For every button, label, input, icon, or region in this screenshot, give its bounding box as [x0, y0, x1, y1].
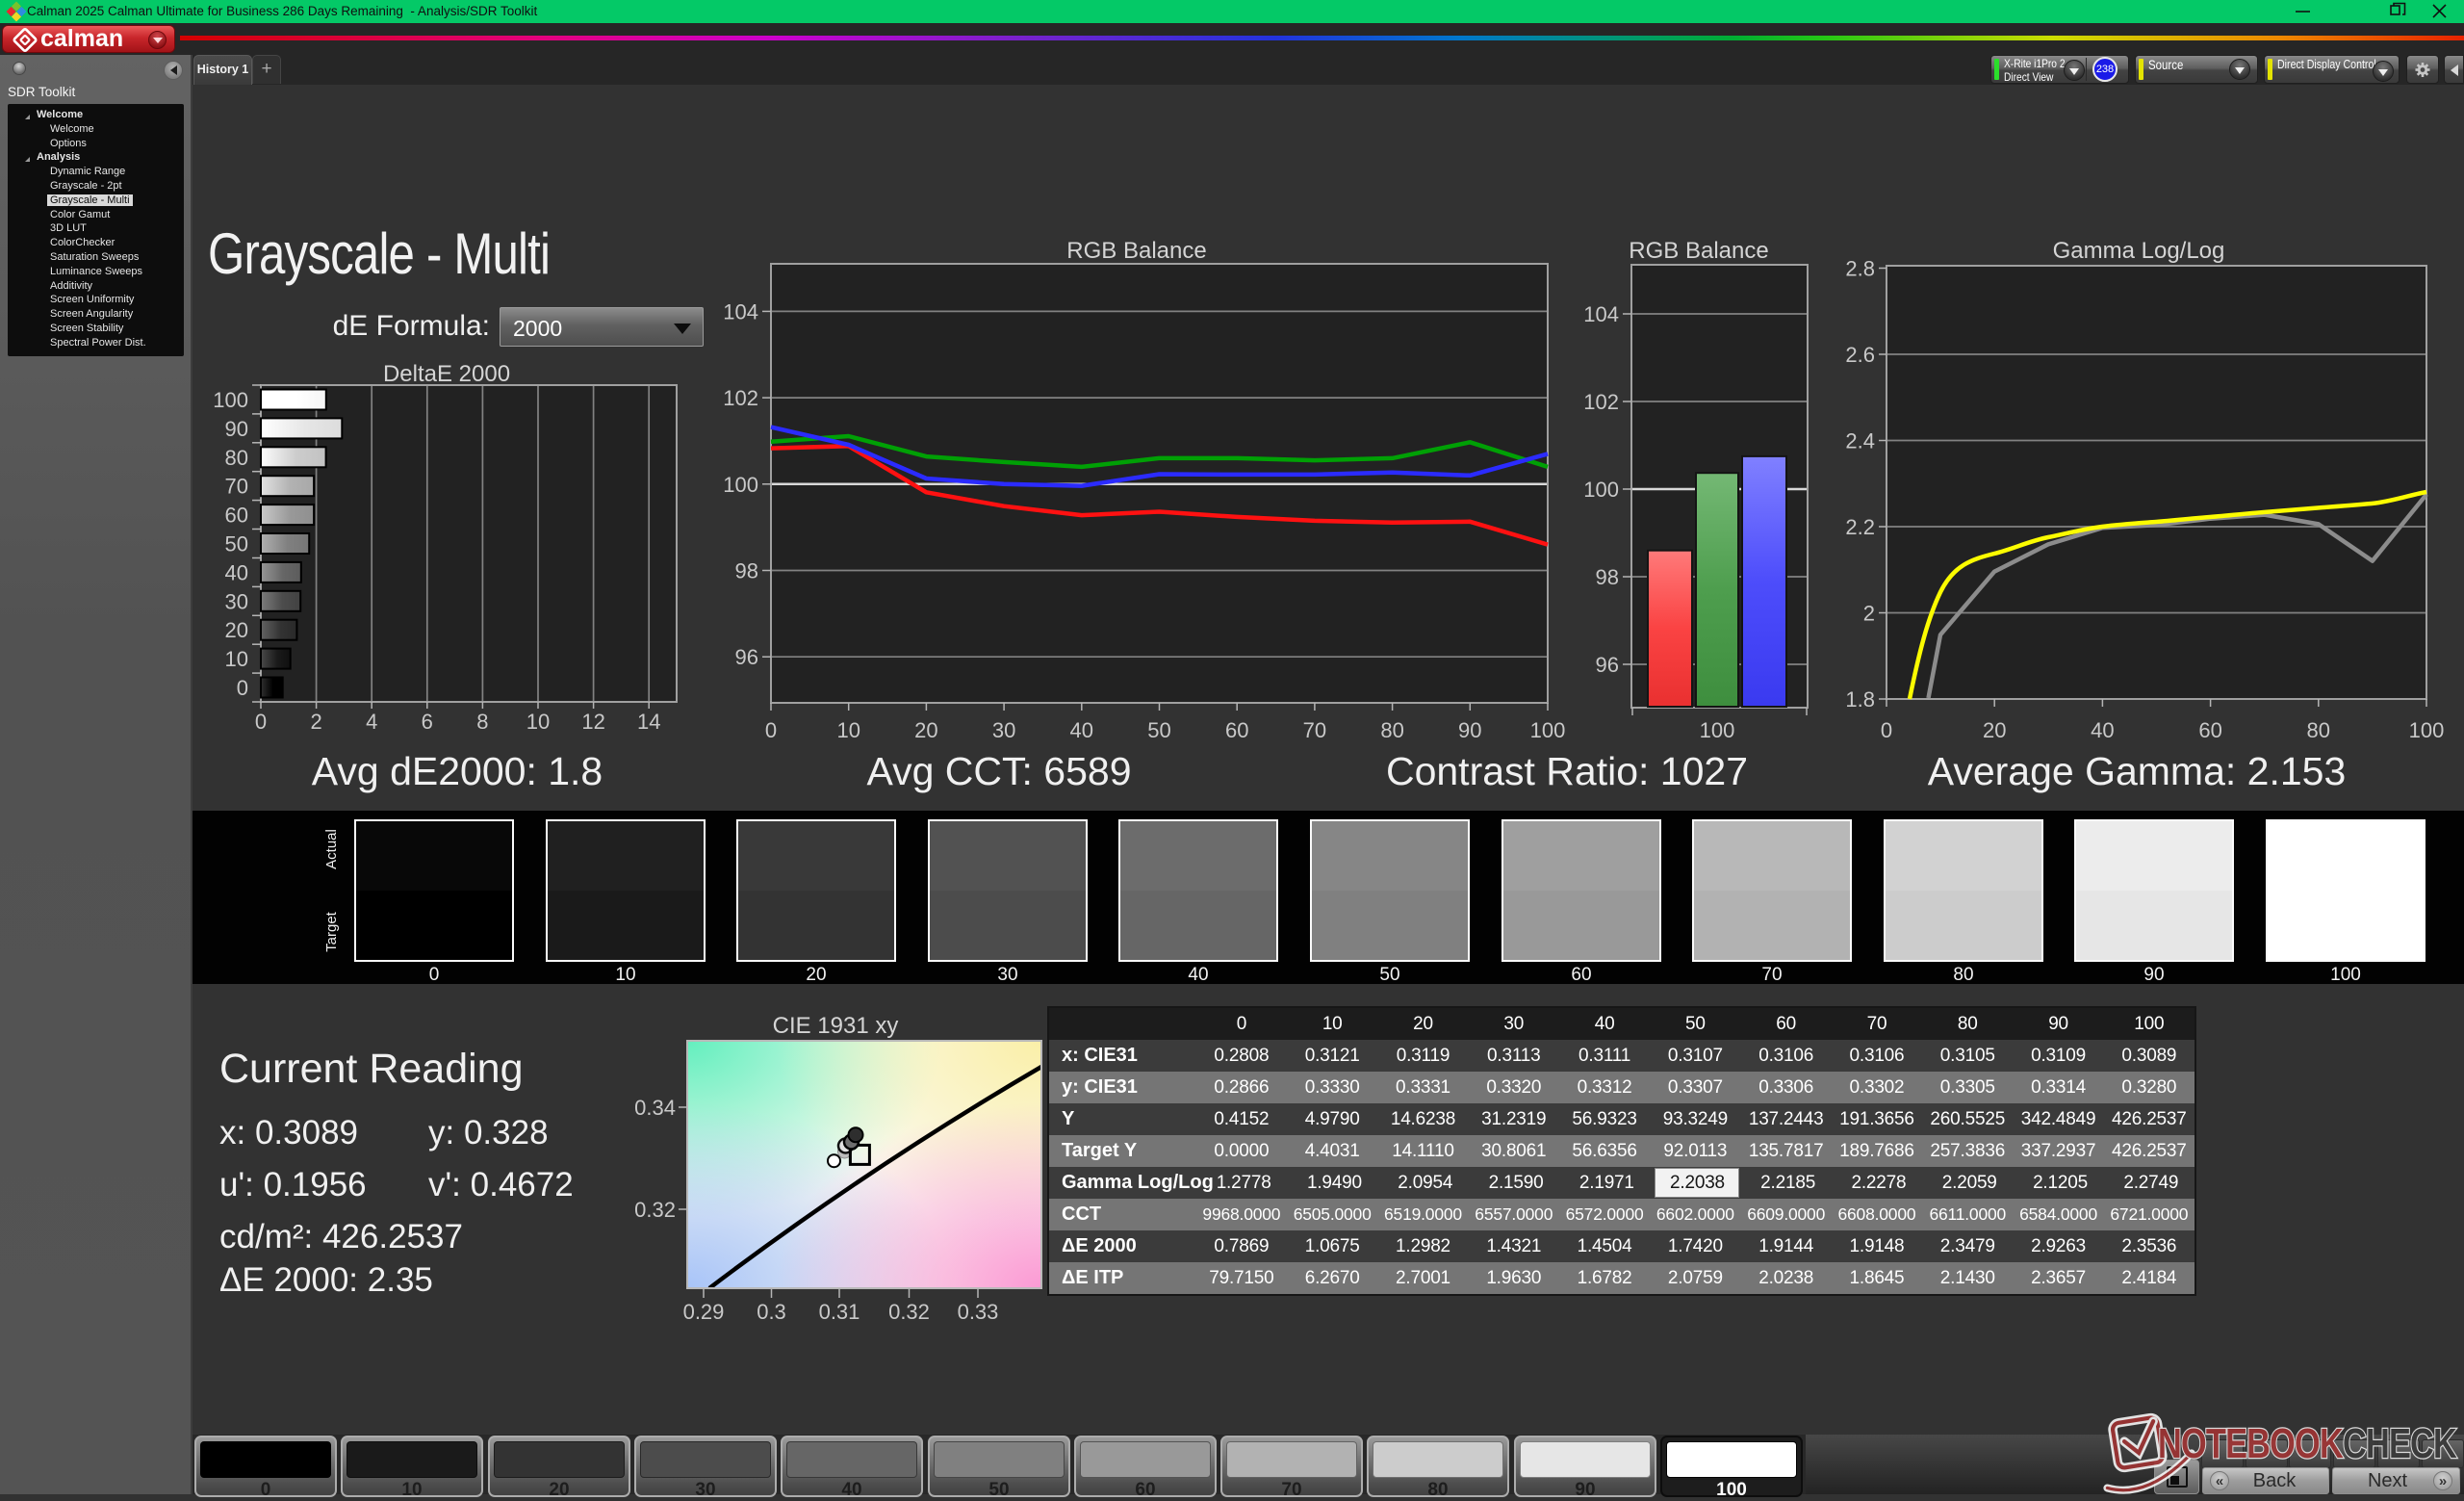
- svg-text:NOTEBOOKCHECK: NOTEBOOKCHECK: [2158, 1420, 2457, 1467]
